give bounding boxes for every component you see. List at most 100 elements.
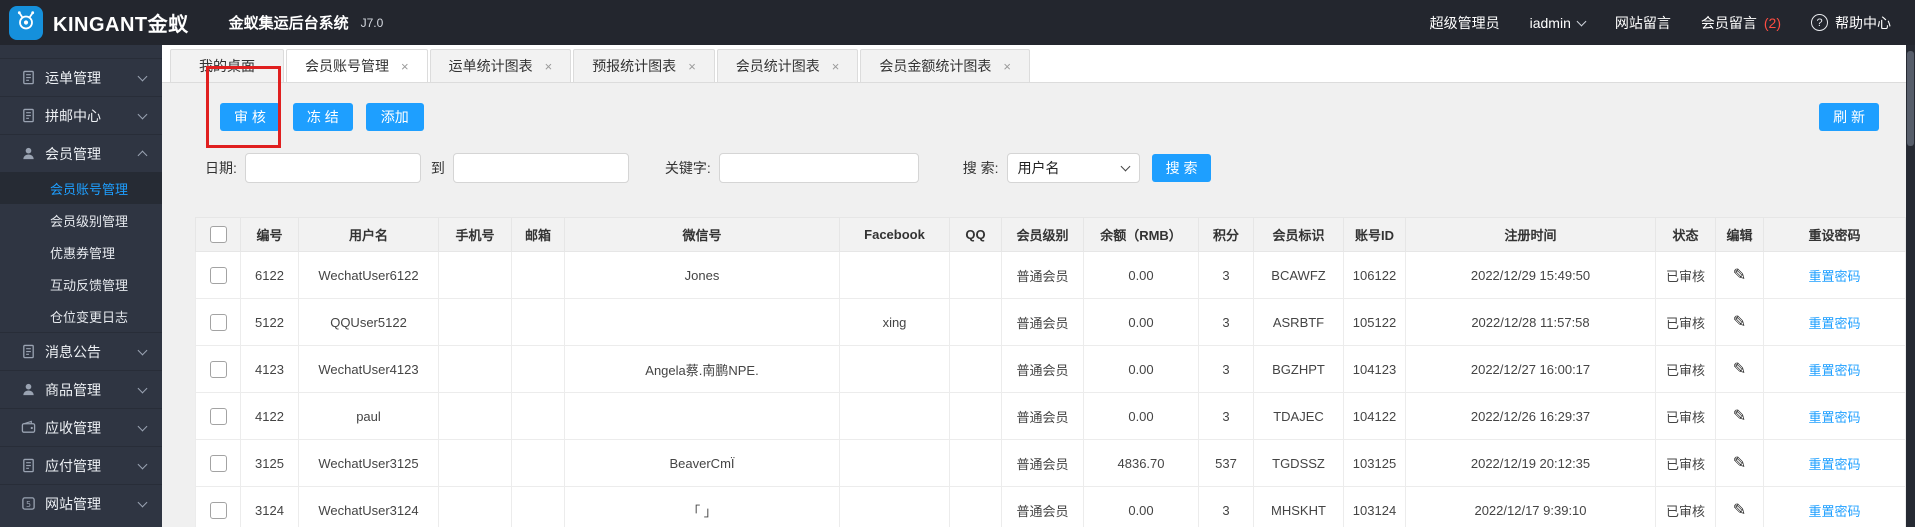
sidebar-subitem-member-levels[interactable]: 会员级别管理 xyxy=(0,204,162,236)
app-logo xyxy=(9,5,43,40)
sidebar-item-mail-center[interactable]: 拼邮中心 xyxy=(0,96,162,134)
cell-balance: 0.00 xyxy=(1083,486,1199,527)
cell-balance: 4836.70 xyxy=(1083,439,1199,487)
tab-waybill-stats[interactable]: 运单统计图表 × xyxy=(429,49,572,82)
cell-points: 3 xyxy=(1198,298,1254,346)
cell-qq xyxy=(949,298,1002,346)
edit-pencil-icon[interactable]: ✎ xyxy=(1733,267,1746,284)
row-checkbox[interactable] xyxy=(209,360,227,378)
row-checkbox[interactable] xyxy=(209,501,227,519)
chevron-down-icon xyxy=(137,109,148,119)
cell-facebook xyxy=(839,345,950,393)
close-icon[interactable]: × xyxy=(401,59,409,74)
annotation-box xyxy=(206,66,281,148)
edit-pencil-icon[interactable]: ✎ xyxy=(1733,361,1746,378)
edit-pencil-icon[interactable]: ✎ xyxy=(1733,502,1746,519)
date-from-input[interactable] xyxy=(244,153,421,183)
system-title: 金蚁集运后台系统 xyxy=(228,15,349,32)
sidebar-subitem-warehouse-log[interactable]: 仓位变更日志 xyxy=(0,300,162,332)
refresh-button[interactable]: 刷 新 xyxy=(1819,103,1879,131)
column-header: 状态 xyxy=(1655,217,1716,252)
cell-facebook xyxy=(839,439,950,487)
tab-forecast-stats[interactable]: 预报统计图表 × xyxy=(573,49,715,82)
row-checkbox[interactable] xyxy=(209,407,227,425)
table-row: 6122 WechatUser6122 Jones 普通会员 0.00 3 BCAWFZ 10… xyxy=(195,251,1906,299)
tab-member-amount-stats[interactable]: 会员金额统计图表 × xyxy=(860,49,1030,82)
cell-level: 普通会员 xyxy=(1001,486,1084,527)
sidebar-subitem-coupons[interactable]: 优惠券管理 xyxy=(0,236,162,268)
reset-password-link[interactable]: 重置密码 xyxy=(1808,504,1860,519)
close-icon[interactable]: × xyxy=(545,59,553,74)
column-header: 注册时间 xyxy=(1405,217,1656,252)
keyword-input[interactable] xyxy=(718,153,919,183)
table-header-row: 编号 用户名 手机号 邮箱 微信号 Facebook QQ 会员级别 余额（RMB） 积分 会员标识… xyxy=(195,217,1906,252)
close-icon[interactable]: × xyxy=(832,59,840,74)
sidebar-item-notice[interactable]: 消息公告 xyxy=(0,332,162,370)
brand-name: KINGANT金蚁 xyxy=(53,14,189,36)
edit-pencil-icon[interactable]: ✎ xyxy=(1733,408,1746,425)
scrollbar-thumb[interactable] xyxy=(1907,51,1914,146)
svg-text:5: 5 xyxy=(25,500,30,509)
sidebar-item-waybill[interactable]: 运单管理 xyxy=(0,58,162,96)
reset-cell: 重置密码 xyxy=(1763,439,1906,487)
row-checkbox[interactable] xyxy=(209,266,227,284)
user-menu[interactable]: iadmin xyxy=(1530,15,1587,31)
cell-wechat: 「 」 xyxy=(564,486,840,527)
row-checkbox[interactable] xyxy=(209,313,227,331)
reset-password-link[interactable]: 重置密码 xyxy=(1808,269,1860,284)
reset-password-link[interactable]: 重置密码 xyxy=(1808,410,1860,425)
chevron-down-icon xyxy=(1120,161,1131,172)
cell-qq xyxy=(949,392,1002,440)
date-label: 日期: xyxy=(205,160,237,176)
cell-id: 3124 xyxy=(240,486,299,527)
cell-id: 6122 xyxy=(240,251,299,299)
cell-id: 4123 xyxy=(240,345,299,393)
member-messages-link[interactable]: 会员留言 (2) xyxy=(1701,13,1781,33)
cell-points: 3 xyxy=(1198,392,1254,440)
sidebar-item-goods[interactable]: 商品管理 xyxy=(0,370,162,408)
cell-status: 已审核 xyxy=(1655,251,1716,299)
date-to-input[interactable] xyxy=(452,153,629,183)
tab-member-stats[interactable]: 会员统计图表 × xyxy=(716,49,859,82)
reset-password-link[interactable]: 重置密码 xyxy=(1808,363,1860,378)
close-icon[interactable]: × xyxy=(688,59,696,74)
row-checkbox[interactable] xyxy=(209,454,227,472)
search-field-select[interactable]: 用户名 xyxy=(1006,153,1140,183)
cell-reg_time: 2022/12/28 11:57:58 xyxy=(1405,298,1656,346)
edit-cell: ✎ xyxy=(1715,392,1764,440)
sidebar-subitem-feedback[interactable]: 互动反馈管理 xyxy=(0,268,162,300)
column-header: 手机号 xyxy=(438,217,512,252)
tab-member-accounts[interactable]: 会员账号管理 × xyxy=(286,49,428,82)
main-content: 我的桌面 会员账号管理 × 运单统计图表 × 预报统计图表 × 会员统计图表 ×… xyxy=(162,45,1915,527)
cell-level: 普通会员 xyxy=(1001,251,1084,299)
topbar-right: 超级管理员 iadmin 网站留言 会员留言 (2) ? 帮助中心 xyxy=(1430,13,1915,33)
sidebar-item-payable[interactable]: 应付管理 xyxy=(0,446,162,484)
edit-pencil-icon[interactable]: ✎ xyxy=(1733,314,1746,331)
add-button[interactable]: 添加 xyxy=(365,103,424,131)
waybill-icon xyxy=(20,70,36,86)
cell-tag: ASRBTF xyxy=(1253,298,1344,346)
edit-cell: ✎ xyxy=(1715,251,1764,299)
reset-password-link[interactable]: 重置密码 xyxy=(1808,457,1860,472)
help-center-link[interactable]: ? 帮助中心 xyxy=(1811,13,1891,33)
cell-qq xyxy=(949,345,1002,393)
sidebar-subitem-member-accounts[interactable]: 会员账号管理 xyxy=(0,172,162,204)
column-header: 积分 xyxy=(1198,217,1254,252)
cell-account_id: 105122 xyxy=(1343,298,1406,346)
close-icon[interactable]: × xyxy=(1003,59,1011,74)
sidebar-item-member[interactable]: 会员管理 xyxy=(0,134,162,172)
search-field-label: 搜 索: xyxy=(962,160,999,176)
site-messages-link[interactable]: 网站留言 xyxy=(1615,13,1671,33)
sidebar-item-website[interactable]: 5 网站管理 xyxy=(0,484,162,522)
reset-password-link[interactable]: 重置密码 xyxy=(1808,316,1860,331)
sidebar-item-receivable[interactable]: 应收管理 xyxy=(0,408,162,446)
cell-tag: MHSKHT xyxy=(1253,486,1344,527)
freeze-button[interactable]: 冻 结 xyxy=(292,103,353,131)
edit-pencil-icon[interactable]: ✎ xyxy=(1733,455,1746,472)
search-button[interactable]: 搜 索 xyxy=(1151,154,1212,182)
select-all-checkbox[interactable] xyxy=(209,226,227,244)
cell-username: WechatUser3124 xyxy=(298,486,439,527)
to-label: 到 xyxy=(430,160,445,176)
scrollbar[interactable] xyxy=(1906,45,1915,527)
cell-username: WechatUser4123 xyxy=(298,345,439,393)
